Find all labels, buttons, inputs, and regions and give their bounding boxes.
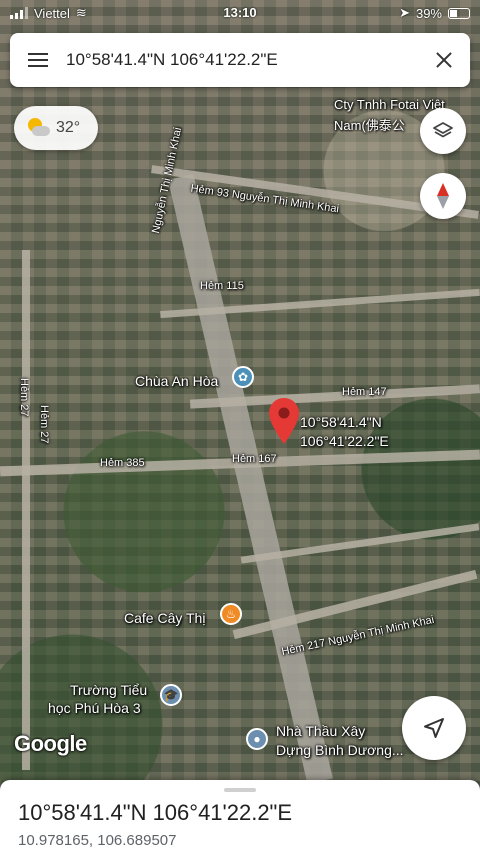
search-bar[interactable]: 10°58'41.4"N 106°41'22.2"E <box>10 33 470 87</box>
street-label-hem-147: Hẻm 147 <box>342 386 387 398</box>
road-nguyen-thi-minh-khai <box>168 174 333 785</box>
place-icon[interactable]: ● <box>246 728 268 750</box>
street-label-hem-115: Hẻm 115 <box>200 280 244 292</box>
place-label-nha-thau-1[interactable]: Nhà Thầu Xây <box>276 723 365 739</box>
compass-button[interactable] <box>420 173 466 219</box>
partly-cloudy-icon <box>26 118 50 138</box>
temple-icon[interactable]: ✿ <box>232 366 254 388</box>
weather-chip[interactable]: 32° <box>14 106 98 150</box>
place-label-nha-thau-2[interactable]: Dựng Bình Dương... <box>276 742 404 758</box>
school-icon[interactable]: 🎓 <box>160 684 182 706</box>
place-title: 10°58'41.4"N 106°41'22.2"E <box>18 800 293 825</box>
place-label-cty-tnhh-2: Nam(佛泰公 <box>334 118 405 133</box>
map-pin-icon[interactable] <box>269 398 299 444</box>
my-location-button[interactable] <box>402 696 466 760</box>
menu-icon[interactable] <box>10 33 66 87</box>
status-time: 13:10 <box>223 5 257 20</box>
layers-icon <box>433 122 453 138</box>
decimal-coordinates: 10.978165, 106.689507 <box>18 832 177 849</box>
battery-icon <box>448 7 470 19</box>
street-label-hem-27-a: Hẻm 27 <box>18 378 30 417</box>
street-label-hem-27-b: Hẻm 27 <box>38 405 50 444</box>
pin-label-lat: 10°58'41.4"N <box>300 414 382 430</box>
pin-label-lng: 106°41'22.2"E <box>300 433 389 449</box>
cafe-icon[interactable]: ♨ <box>220 603 242 625</box>
close-icon[interactable] <box>416 33 470 87</box>
place-label-cty-tnhh-1: Cty Tnhh Fotai Việt <box>334 97 445 112</box>
road-left-vertical <box>22 250 30 770</box>
street-label-hem-167: Hẻm 167 <box>232 453 277 465</box>
drag-handle[interactable] <box>224 788 256 792</box>
navigation-arrow-icon <box>424 718 444 738</box>
place-label-chua-an-hoa[interactable]: Chùa An Hòa <box>135 373 218 389</box>
place-bottom-sheet[interactable]: 10°58'41.4"N 106°41'22.2"E 10.978165, 10… <box>0 780 480 853</box>
google-logo: Google <box>14 731 87 756</box>
layers-button[interactable] <box>420 108 466 154</box>
street-label-hem-385: Hẻm 385 <box>100 457 145 469</box>
weather-temperature: 32° <box>56 119 81 136</box>
place-label-truong-1[interactable]: Trường Tiểu <box>70 682 147 698</box>
place-label-truong-2[interactable]: học Phú Hòa 3 <box>48 700 141 716</box>
search-input[interactable]: 10°58'41.4"N 106°41'22.2"E <box>66 50 416 70</box>
compass-icon <box>437 183 449 209</box>
place-label-cafe-cay-thi[interactable]: Cafe Cây Thị <box>124 610 205 626</box>
status-bar: Viettel ≋ 13:10 ➤ 39% <box>0 0 480 26</box>
